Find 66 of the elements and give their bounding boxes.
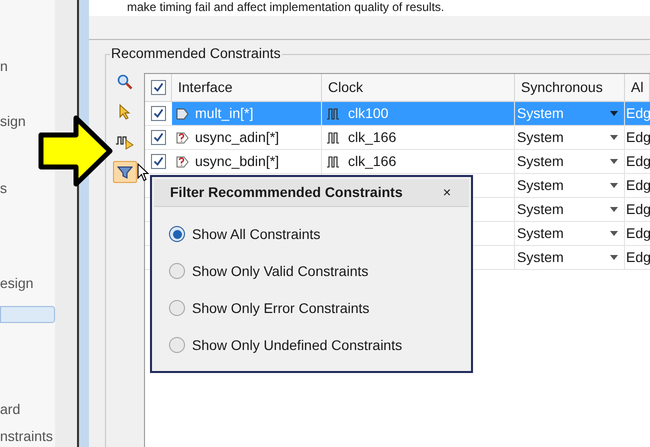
radio-option[interactable]: Show Only Valid Constraints bbox=[169, 260, 471, 282]
port-error-icon bbox=[175, 130, 191, 144]
table-cell-text: Edg bbox=[626, 224, 650, 243]
checkbox[interactable] bbox=[150, 80, 166, 95]
radio-option[interactable]: Show Only Error Constraints bbox=[169, 297, 471, 319]
column-header[interactable]: Al bbox=[625, 74, 650, 101]
table-cell-text: mult_in[*] bbox=[195, 104, 254, 123]
checkbox[interactable] bbox=[151, 154, 166, 169]
clock-wave-icon bbox=[326, 106, 342, 120]
sidebar-item[interactable]: sign bbox=[0, 111, 56, 132]
table-row[interactable]: usync_bdin[*] clk_166 System Edg bbox=[145, 150, 650, 174]
sidebar-item[interactable]: nstraints bbox=[0, 426, 56, 447]
dropdown-cell[interactable]: System bbox=[515, 246, 625, 269]
table-cell-text: Edg bbox=[626, 176, 650, 195]
table-cell-text: Edg bbox=[626, 152, 650, 171]
table-cell-text: usync_bdin[*] bbox=[195, 152, 280, 171]
table-cell-text: clk100 bbox=[348, 104, 388, 123]
sidebar-item[interactable]: n bbox=[0, 56, 56, 77]
column-header[interactable]: Interface bbox=[172, 74, 322, 101]
table-cell-text: clk_166 bbox=[348, 152, 396, 171]
clock-wave-icon bbox=[326, 130, 342, 144]
sidebar-item[interactable]: ard bbox=[0, 399, 56, 420]
port-icon bbox=[175, 106, 191, 120]
dropdown-caret-icon bbox=[610, 183, 618, 188]
radio-button[interactable] bbox=[169, 226, 185, 242]
table-cell-text: Edg bbox=[626, 104, 650, 123]
radio-option[interactable]: Show All Constraints bbox=[169, 223, 471, 245]
table-cell-text: usync_adin[*] bbox=[195, 128, 280, 147]
group-title: Recommended Constraints bbox=[110, 45, 282, 61]
filter-icon bbox=[117, 165, 133, 179]
search-icon bbox=[117, 74, 133, 90]
dropdown-cell[interactable]: System bbox=[515, 150, 625, 173]
dropdown-caret-icon bbox=[610, 231, 618, 236]
sidebar-item[interactable]: esign bbox=[0, 273, 56, 294]
dropdown-cell[interactable]: System bbox=[515, 174, 625, 197]
radio-button[interactable] bbox=[169, 300, 185, 316]
sidebar-item[interactable]: s bbox=[0, 178, 56, 199]
dropdown-caret-icon bbox=[610, 111, 618, 116]
table-row[interactable]: usync_adin[*] clk_166 System Edg bbox=[145, 126, 650, 150]
port-error-icon bbox=[175, 154, 191, 168]
dropdown-cell[interactable]: System bbox=[515, 198, 625, 221]
table-cell-text: Edg bbox=[626, 200, 650, 219]
radio-button[interactable] bbox=[169, 337, 185, 353]
dropdown-caret-icon bbox=[610, 135, 618, 140]
dropdown-caret-icon bbox=[610, 159, 618, 164]
clock-wave-arrow-icon bbox=[115, 134, 135, 150]
clock-wave-icon bbox=[326, 154, 342, 168]
cursor-icon bbox=[118, 104, 132, 120]
column-header[interactable]: Clock bbox=[322, 74, 515, 101]
close-button[interactable]: × bbox=[440, 182, 453, 203]
table-cell-text: Edg bbox=[626, 248, 650, 267]
toolbar-button[interactable] bbox=[113, 161, 137, 183]
checkbox[interactable] bbox=[151, 130, 166, 145]
arrow-icon bbox=[38, 115, 114, 187]
checkbox[interactable] bbox=[151, 106, 166, 121]
popup-title: Filter Recommmended Constraints bbox=[170, 183, 403, 202]
dropdown-cell[interactable]: System bbox=[515, 222, 625, 245]
table-cell-text: Edg bbox=[626, 128, 650, 147]
radio-option[interactable]: Show Only Undefined Constraints bbox=[169, 334, 471, 356]
description-text: make timing fail and affect implementation quality of results. bbox=[127, 0, 444, 14]
dropdown-caret-icon bbox=[610, 207, 618, 212]
table-cell-text: clk_166 bbox=[348, 128, 396, 147]
radio-button[interactable] bbox=[169, 263, 185, 279]
dropdown-caret-icon bbox=[610, 255, 618, 260]
dropdown-cell[interactable]: System bbox=[515, 126, 625, 149]
column-header[interactable]: Synchronous bbox=[515, 74, 625, 101]
